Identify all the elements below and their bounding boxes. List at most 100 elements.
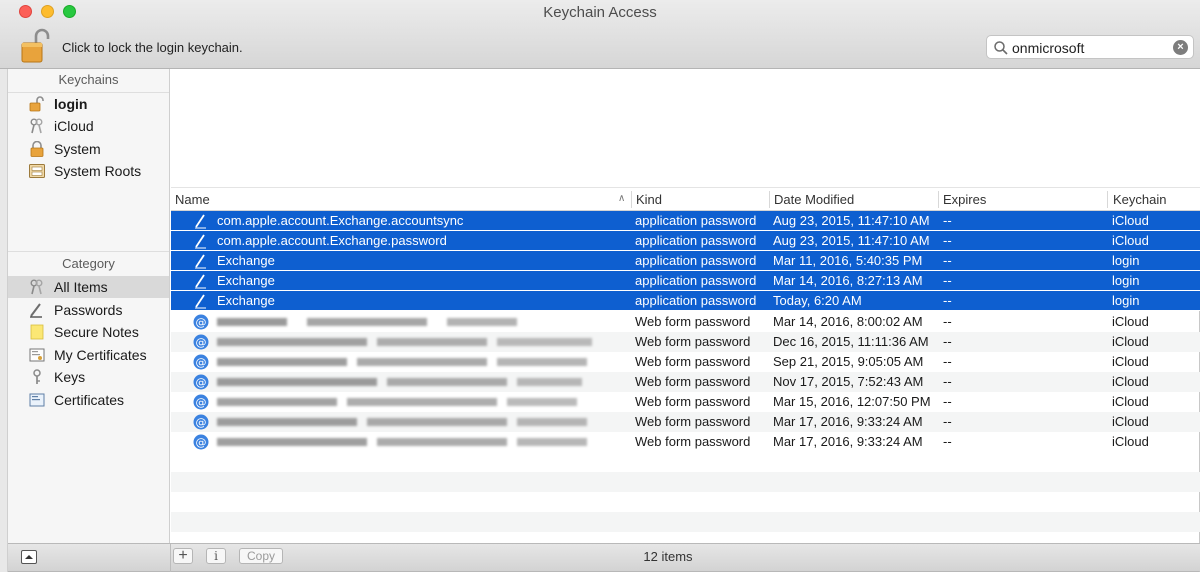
cell-date-modified: Nov 17, 2015, 7:52:43 AM: [773, 374, 924, 389]
cell-keychain: login: [1112, 273, 1140, 288]
category-header: Category: [62, 256, 115, 271]
cell-expires: --: [943, 354, 952, 369]
clear-icon[interactable]: ×: [1173, 40, 1188, 55]
redacted-name: [217, 378, 582, 386]
cell-kind: Web form password: [635, 374, 751, 389]
cell-kind: Web form password: [635, 334, 751, 349]
sidebar-item-certificates[interactable]: Certificates: [8, 389, 169, 411]
cell-expires: --: [943, 434, 952, 449]
sidebar-item-label: Certificates: [54, 392, 125, 408]
cell-date-modified: Aug 23, 2015, 11:47:10 AM: [773, 233, 930, 248]
column-header-name[interactable]: Name: [175, 192, 210, 207]
cell-expires: --: [943, 394, 952, 409]
column-header-date-modified[interactable]: Date Modified: [774, 192, 854, 207]
cell-date-modified: Today, 6:20 AM: [773, 293, 862, 308]
empty-row-stripe: [171, 472, 1200, 492]
title-toolbar: Keychain Access Click to lock the login …: [0, 0, 1200, 69]
key-icon: [33, 369, 41, 384]
cell-expires: --: [943, 374, 952, 389]
sidebar-item-label: System Roots: [54, 163, 142, 179]
table-row[interactable]: @ Web form password Sep 21, 2015, 9:05:0…: [171, 352, 1200, 372]
cell-date-modified: Dec 16, 2015, 11:11:36 AM: [773, 334, 929, 349]
keychains-header: Keychains: [58, 72, 119, 87]
table-row[interactable]: com.apple.account.Exchange.password appl…: [171, 231, 1200, 251]
column-header-expires[interactable]: Expires: [943, 192, 986, 207]
at-sign-icon: @: [193, 334, 209, 350]
lock-keychain-label[interactable]: Click to lock the login keychain.: [62, 40, 243, 55]
sidebar-item-label: Keys: [54, 369, 86, 385]
sidebar-item-passwords[interactable]: Passwords: [8, 299, 169, 321]
cell-keychain: iCloud: [1112, 394, 1149, 409]
cell-keychain: iCloud: [1112, 434, 1149, 449]
table-row[interactable]: @ Web form password Mar 17, 2016, 9:33:2…: [171, 432, 1200, 452]
cell-expires: --: [943, 414, 952, 429]
pencil-icon: [195, 294, 206, 309]
window-title: Keychain Access: [543, 4, 657, 21]
sidebar-item-secure-notes[interactable]: Secure Notes: [8, 321, 169, 343]
redacted-name: [217, 358, 587, 366]
cell-keychain: iCloud: [1112, 374, 1149, 389]
table-row[interactable]: Exchange application password Today, 6:2…: [171, 291, 1200, 311]
cell-keychain: iCloud: [1112, 354, 1149, 369]
cell-kind: application password: [635, 233, 757, 248]
sidebar-item-label: System: [54, 141, 101, 157]
table-row[interactable]: @ Web form password Nov 17, 2015, 7:52:4…: [171, 372, 1200, 392]
copy-button[interactable]: Copy: [239, 548, 283, 564]
show-sidebar-icon[interactable]: [21, 550, 37, 564]
table-row[interactable]: @ Web form password Mar 14, 2016, 8:00:0…: [171, 312, 1200, 332]
at-sign-icon: @: [193, 354, 209, 370]
search-field[interactable]: onmicrosoft ×: [986, 35, 1194, 59]
column-separator[interactable]: [769, 191, 770, 208]
search-input[interactable]: onmicrosoft: [1012, 40, 1084, 56]
svg-text:@: @: [196, 356, 207, 369]
sidebar-item-all-items[interactable]: All Items: [8, 276, 169, 298]
sidebar: Keychains login iCloud System System Roo…: [8, 69, 170, 543]
cell-keychain: iCloud: [1112, 334, 1149, 349]
sidebar-item-system[interactable]: System: [8, 138, 169, 160]
add-item-button[interactable]: +: [173, 548, 193, 564]
at-sign-icon: @: [193, 314, 209, 330]
column-separator[interactable]: [1107, 191, 1108, 208]
redacted-name: [217, 398, 577, 406]
table-row[interactable]: @ Web form password Dec 16, 2015, 11:11:…: [171, 332, 1200, 352]
svg-text:@: @: [196, 316, 207, 329]
table-row[interactable]: Exchange application password Mar 11, 20…: [171, 251, 1200, 271]
table-row[interactable]: Exchange application password Mar 14, 20…: [171, 271, 1200, 291]
keychain-access-window: Keychain Access Click to lock the login …: [0, 0, 1200, 572]
at-sign-icon: @: [193, 414, 209, 430]
keys-icon: [30, 118, 43, 134]
table-row[interactable]: @ Web form password Mar 15, 2016, 12:07:…: [171, 392, 1200, 412]
redacted-name: [217, 438, 587, 446]
cell-kind: application password: [635, 253, 757, 268]
cell-name: com.apple.account.Exchange.accountsync: [217, 213, 464, 228]
sidebar-item-keys[interactable]: Keys: [8, 366, 169, 388]
svg-text:@: @: [196, 396, 207, 409]
cell-date-modified: Mar 11, 2016, 5:40:35 PM: [773, 253, 923, 268]
sort-ascending-icon[interactable]: ∧: [618, 193, 625, 204]
table-row[interactable]: com.apple.account.Exchange.accountsync a…: [171, 211, 1200, 231]
sidebar-item-label: Passwords: [54, 302, 123, 318]
column-separator[interactable]: [938, 191, 939, 208]
column-header-keychain[interactable]: Keychain: [1113, 192, 1166, 207]
cell-kind: application password: [635, 213, 757, 228]
get-info-button[interactable]: i: [206, 548, 226, 564]
column-separator[interactable]: [631, 191, 632, 208]
table-row[interactable]: @ Web form password Mar 17, 2016, 9:33:2…: [171, 412, 1200, 432]
column-header-kind[interactable]: Kind: [636, 192, 662, 207]
sidebar-item-my-certificates[interactable]: My Certificates: [8, 344, 169, 366]
sidebar-item-label: My Certificates: [54, 347, 147, 363]
padlock-icon: [30, 141, 44, 157]
open-padlock-icon: [29, 96, 44, 112]
cell-keychain: iCloud: [1112, 233, 1149, 248]
open-padlock-icon[interactable]: [20, 27, 50, 63]
cell-kind: application password: [635, 273, 757, 288]
certificate-icon: [29, 348, 45, 362]
certificate-icon: [29, 393, 45, 407]
cell-keychain: iCloud: [1112, 314, 1149, 329]
bottom-toolbar: + i Copy 12 items: [8, 543, 1200, 572]
cell-keychain: login: [1112, 253, 1140, 268]
sidebar-item-icloud[interactable]: iCloud: [8, 115, 169, 137]
cell-expires: --: [943, 213, 952, 228]
sidebar-item-system-roots[interactable]: System Roots: [8, 160, 169, 182]
sidebar-item-login[interactable]: login: [8, 93, 169, 115]
